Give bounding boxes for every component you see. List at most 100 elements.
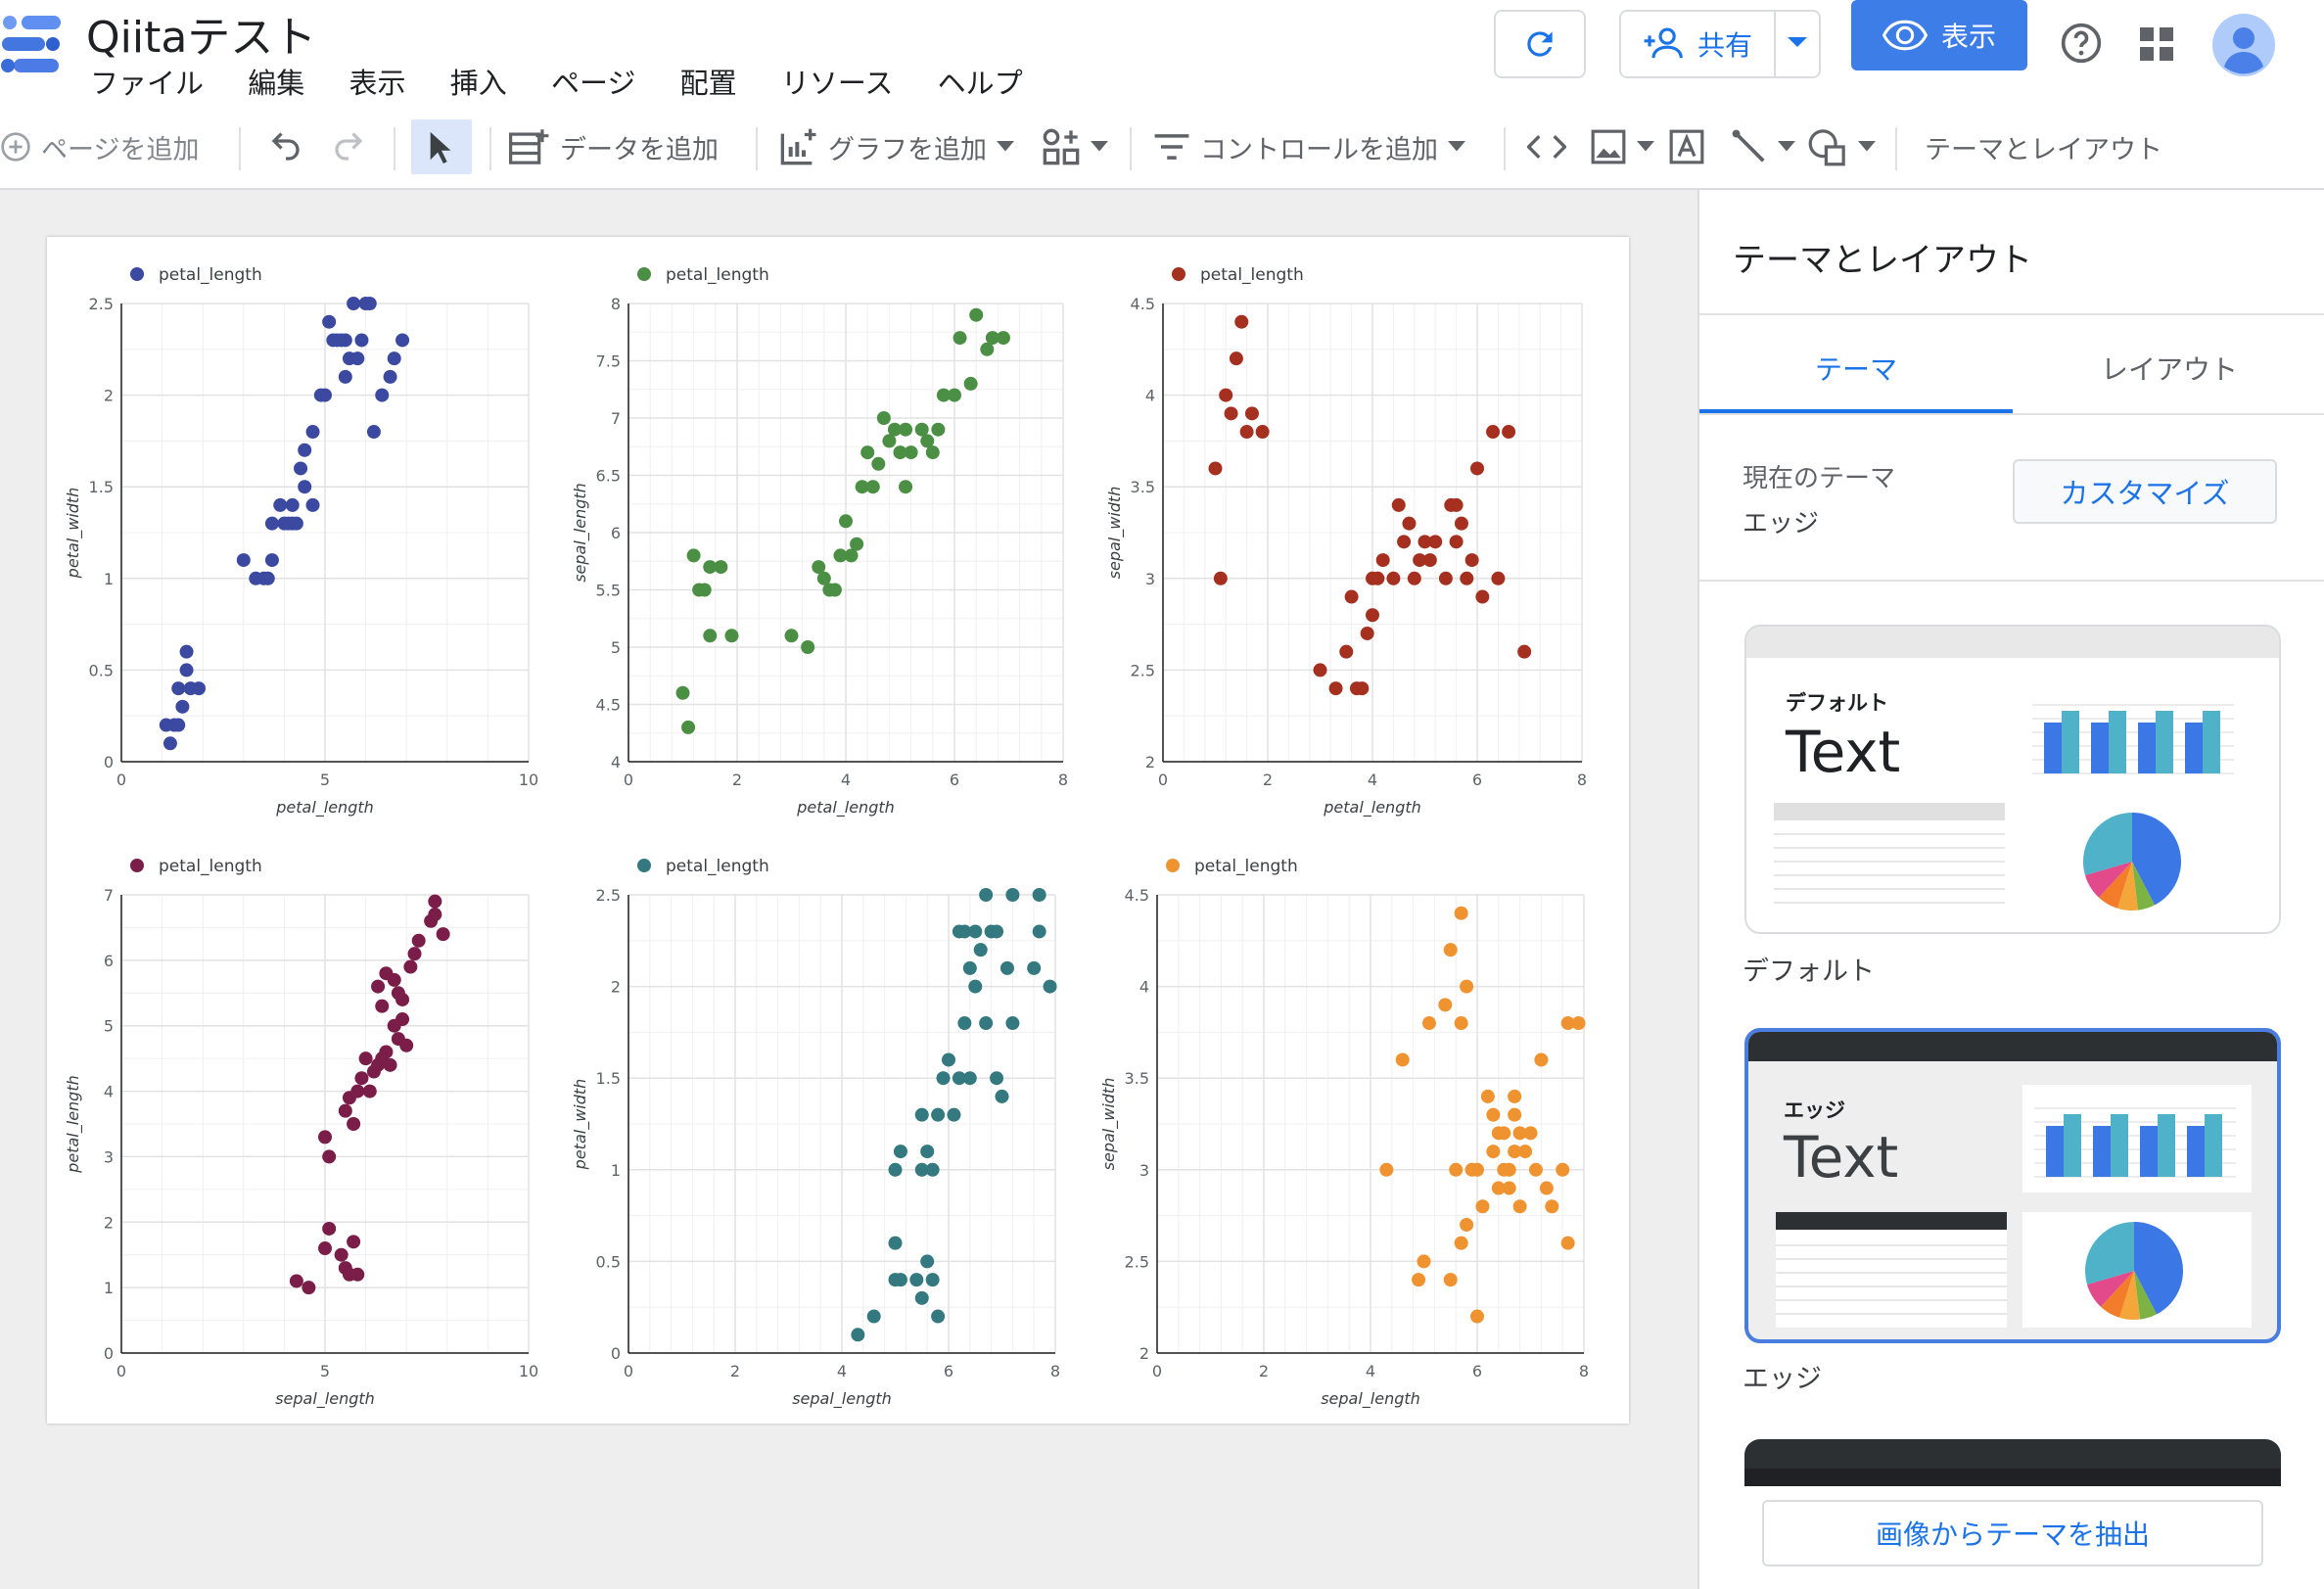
tab-theme[interactable]: テーマ — [1699, 349, 2013, 388]
current-theme-label: 現在のテーマ — [1743, 464, 1896, 493]
menu-insert[interactable]: 挿入 — [450, 67, 507, 100]
legend-label: petal_length — [159, 857, 262, 876]
data-point — [851, 1328, 865, 1342]
add-line-button[interactable] — [1731, 119, 1795, 174]
add-chart-button[interactable]: グラフを追加 — [779, 119, 1014, 174]
filter-lines-icon — [1154, 134, 1189, 160]
add-data-button[interactable]: データを追加 — [509, 119, 719, 174]
report-canvas[interactable]: 0 5 10 0 0.5 1 1.5 2 2.5 petal_length petal_width p… — [47, 237, 1629, 1424]
data-point — [1438, 998, 1453, 1012]
theme-name-default[interactable]: デフォルト — [1743, 950, 1875, 988]
data-point — [1475, 589, 1490, 604]
tab-layout[interactable]: レイアウト — [2013, 349, 2324, 388]
menu-edit[interactable]: 編集 — [248, 67, 304, 100]
undo-button[interactable] — [268, 119, 303, 174]
legend-marker — [637, 859, 651, 872]
redo-button[interactable] — [331, 119, 366, 174]
theme-preview-text: Text — [1784, 1124, 1899, 1191]
theme-preview-label: デフォルト — [1786, 691, 1888, 715]
scatter-chart-4: 0 5 1001234567sepal_lengthpetal_lengthpeta… — [64, 857, 538, 1409]
menu-page[interactable]: ページ — [551, 67, 635, 100]
data-point — [1480, 1089, 1495, 1103]
data-point — [1508, 1089, 1522, 1103]
data-point — [1443, 1273, 1458, 1287]
data-point — [264, 516, 279, 531]
menu-view[interactable]: 表示 — [349, 67, 405, 100]
customize-button[interactable]: カスタマイズ — [2013, 459, 2277, 524]
menu-file[interactable]: ファイル — [90, 67, 204, 100]
data-point — [1386, 571, 1401, 585]
data-point — [289, 516, 303, 531]
add-chart-icon — [780, 128, 816, 165]
data-point — [931, 1107, 946, 1122]
data-point — [366, 425, 381, 440]
data-point — [1371, 571, 1385, 585]
data-point — [399, 1038, 414, 1052]
cursor-arrow-icon — [430, 131, 451, 164]
share-options-chevron-down-icon[interactable] — [1786, 33, 1809, 53]
data-point — [179, 663, 194, 678]
add-image-button[interactable] — [1590, 119, 1654, 174]
legend-label: petal_length — [666, 857, 769, 876]
theme-card-edge[interactable]: エッジ Text — [1744, 1028, 2281, 1343]
add-text-button[interactable] — [1668, 119, 1705, 174]
add-component-button[interactable] — [1042, 119, 1108, 174]
add-shape-button[interactable] — [1807, 119, 1876, 174]
data-point — [1391, 497, 1406, 512]
data-point — [962, 1071, 977, 1086]
y-tick-label: 7 — [104, 886, 114, 905]
data-point — [411, 933, 426, 948]
legend-marker — [130, 267, 144, 281]
divider — [1699, 580, 2324, 582]
code-brackets-icon — [1527, 135, 1566, 159]
data-point — [920, 1145, 935, 1159]
share-button[interactable]: 共有 — [1619, 10, 1821, 78]
data-point — [347, 297, 361, 310]
menu-resource[interactable]: リソース — [781, 67, 894, 100]
x-tick-label: 2 — [730, 1362, 740, 1380]
select-tool-button[interactable] — [411, 119, 472, 174]
chevron-down-icon — [1448, 141, 1465, 152]
data-point — [1339, 644, 1354, 659]
data-point — [1402, 516, 1417, 531]
view-button[interactable]: 表示 — [1851, 0, 2027, 70]
apps-grid-icon[interactable] — [2140, 27, 2173, 61]
share-label: 共有 — [1697, 29, 1753, 62]
y-tick-label: 1 — [611, 1161, 621, 1180]
data-point — [1475, 1199, 1490, 1214]
scatter-chart-6: 0 2 4 6 822.533.544.5sepal_lengthsepal_width… — [1099, 857, 1589, 1409]
data-point — [347, 1117, 361, 1131]
data-point — [968, 924, 983, 939]
add-page-button[interactable]: ページを追加 — [0, 119, 199, 174]
data-point — [428, 894, 442, 909]
x-tick-label: 8 — [1577, 771, 1587, 789]
menu-help[interactable]: ヘルプ — [938, 67, 1023, 100]
components-icon — [1043, 128, 1080, 165]
menu-arrange[interactable]: 配置 — [680, 67, 737, 100]
y-tick-label: 4 — [104, 1083, 114, 1101]
y-tick-label: 0.5 — [89, 661, 114, 679]
scatter-chart-5: 0 2 4 6 8 0 0.5 1 1.5 2 2.5 sepal_length petal_width… — [571, 857, 1060, 1409]
data-point — [893, 1145, 907, 1159]
data-point — [383, 369, 397, 384]
data-point — [973, 943, 988, 958]
help-icon[interactable] — [2060, 22, 2103, 65]
add-control-button[interactable]: コントロールを追加 — [1153, 119, 1465, 174]
data-point — [1313, 663, 1327, 678]
theme-name-edge[interactable]: エッジ — [1743, 1357, 1822, 1395]
refresh-button[interactable] — [1494, 10, 1586, 78]
embed-code-button[interactable] — [1527, 119, 1566, 174]
extract-theme-from-image-button[interactable]: 画像からテーマを抽出 — [1762, 1500, 2263, 1566]
x-tick-label: 0 — [624, 771, 633, 789]
document-title[interactable]: Qiitaテスト — [86, 2, 316, 65]
data-point — [860, 445, 875, 460]
theme-card-default[interactable]: デフォルト Text — [1744, 625, 2281, 934]
toolbar-divider — [756, 127, 758, 170]
avatar[interactable] — [2212, 14, 2275, 76]
data-point — [179, 644, 194, 659]
data-point — [675, 685, 690, 700]
theme-layout-button[interactable]: テーマとレイアウト — [1925, 119, 2162, 174]
data-point — [979, 888, 994, 902]
data-point — [318, 388, 332, 402]
data-point — [1224, 406, 1238, 421]
